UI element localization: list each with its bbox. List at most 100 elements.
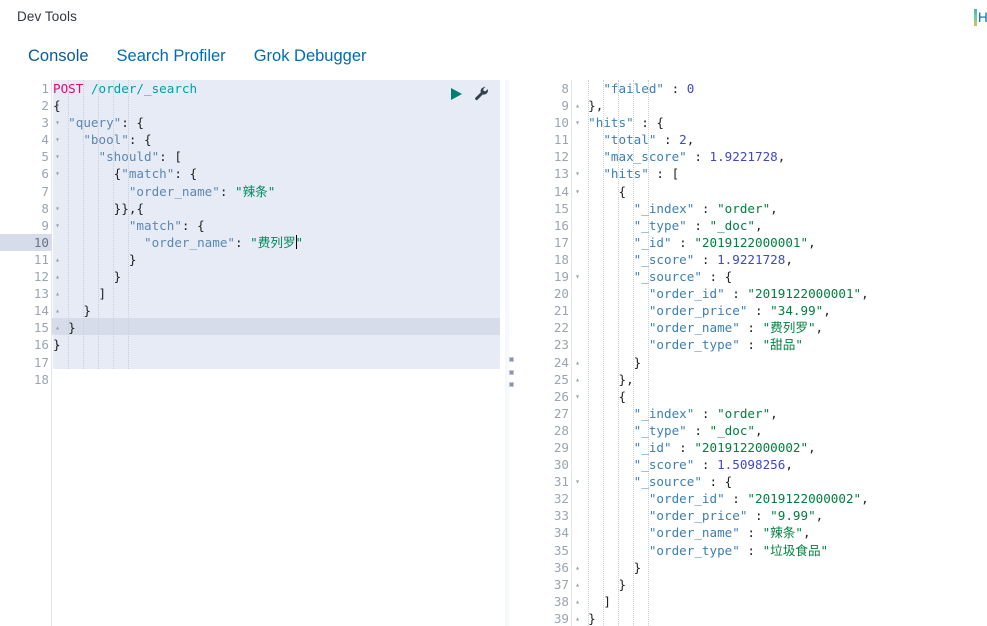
play-icon[interactable]: [449, 87, 463, 101]
code-token: :: [686, 217, 710, 233]
code-token: "_source": [633, 269, 702, 285]
request-editor-pane[interactable]: 1 2 ▾ 3 ▾ 4 ▾ 5 ▾ 6 ▾ 7 8 ▾ 9 ▾ 10 11 ▴ 12 ▴ 13 ▴ 14 ▴ 15 ▴ 16 ▴ 17 18…: [0, 80, 505, 626]
code-token: "hits": [588, 115, 634, 131]
code-token: 1.9221728: [709, 149, 778, 165]
code-line: "order_price" : "9.99",: [573, 507, 987, 524]
line-number: 17: [553, 234, 569, 250]
code-token: ,: [815, 320, 824, 336]
code-line: "order_id" : "2019122000002",: [573, 490, 987, 507]
code-token: ,: [755, 422, 763, 438]
code-token: :: [739, 337, 763, 353]
line-number: 22: [553, 320, 569, 336]
code-token: :: [739, 320, 763, 336]
line-number: 11 ▴: [0, 251, 60, 268]
code-token: : {: [128, 132, 152, 148]
code-token: "match": [128, 217, 182, 233]
code-token: "total": [603, 132, 657, 148]
code-token: "_id": [633, 234, 672, 250]
help-link[interactable]: Help: [978, 10, 987, 25]
code-token: ,: [770, 405, 778, 421]
code-token: ,: [861, 491, 869, 507]
code-token: :: [235, 234, 251, 250]
request-gutter[interactable]: 1 2 ▾ 3 ▾ 4 ▾ 5 ▾ 6 ▾ 7 8 ▾ 9 ▾ 10 11 ▴ 12 ▴ 13 ▴ 14 ▴ 15 ▴ 16 ▴ 17 18: [0, 80, 60, 626]
line-number: 17: [33, 354, 49, 370]
splitter-strip: [505, 80, 509, 626]
code-token: "order_price": [648, 303, 748, 319]
code-token: "_score": [633, 457, 695, 473]
code-line: }: [573, 559, 987, 576]
code-token: "辣条": [762, 525, 803, 541]
code-token: "query": [68, 115, 122, 131]
code-token: :: [739, 542, 763, 558]
code-token: :: [664, 81, 687, 96]
editor-actions: [449, 86, 489, 101]
line-number: 5 ▾: [0, 148, 60, 165]
wrench-icon[interactable]: [474, 86, 489, 101]
code-token: ": [295, 234, 304, 250]
code-token: :: [739, 525, 763, 541]
code-line: "query": {: [53, 114, 505, 131]
code-token: {: [53, 98, 61, 114]
app-header: Dev Tools Help: [0, 0, 987, 33]
code-token: "_doc": [709, 422, 756, 438]
code-token: "9.99": [770, 508, 816, 524]
code-token: }},{: [53, 200, 144, 216]
code-line: "order_id" : "2019122000001",: [573, 285, 987, 302]
code-line: }: [53, 336, 505, 353]
line-number: 30: [553, 457, 569, 473]
code-token: :: [671, 234, 695, 250]
line-number: 10 ▾: [525, 114, 580, 131]
line-number: 12 ▴: [0, 268, 60, 285]
code-token: :: [656, 132, 680, 148]
code-token: :: [694, 251, 718, 267]
code-token: "order_name": [648, 525, 740, 541]
response-pane[interactable]: 8 9 ▴ 10 ▾ 11 12 13 ▾ 14 ▾ 15 16 17 18 19 ▾ 20 21 22 23 24 ▴ 25…: [525, 80, 987, 626]
code-token: : {: [121, 115, 144, 131]
line-number: 32: [553, 491, 569, 507]
code-token: "甜品": [762, 337, 803, 353]
splitter-handle[interactable]: [509, 357, 515, 387]
code-token: 1.5098256: [717, 457, 786, 473]
code-line: }: [53, 302, 505, 319]
code-line: }: [53, 251, 505, 268]
code-token: "order_name": [144, 234, 235, 250]
code-token: : {: [701, 269, 733, 285]
panel-splitter[interactable]: [505, 80, 525, 626]
line-number: 26 ▾: [525, 388, 580, 405]
header-right-area: Help: [974, 8, 987, 26]
line-number: 16 ▴: [0, 336, 60, 353]
code-token: "should": [98, 149, 160, 165]
code-token: "order_name": [128, 183, 220, 199]
code-token: ]: [53, 286, 107, 302]
tab-search-profiler[interactable]: Search Profiler: [103, 47, 240, 75]
code-line: "_score" : 1.5098256,: [573, 456, 987, 473]
code-token: ,: [777, 149, 786, 165]
tab-grok-debugger[interactable]: Grok Debugger: [240, 47, 381, 75]
code-line: "order_type" : "垃圾食品": [573, 542, 987, 559]
line-number: 8: [561, 81, 569, 96]
splitter-dot-icon: [509, 357, 514, 362]
code-token: "_score": [633, 251, 695, 267]
code-token: }: [53, 303, 91, 319]
code-token: ,: [861, 286, 869, 302]
code-line: "order_name": "费列罗": [53, 234, 505, 251]
code-token: ,: [755, 217, 763, 233]
code-line: "bool": {: [53, 131, 505, 148]
request-code[interactable]: POST /order/_search{ "query": { "bool": …: [53, 80, 505, 626]
line-number: 35: [553, 542, 569, 558]
line-number: 14 ▾: [525, 183, 580, 200]
code-token: ,: [785, 457, 793, 473]
tab-console[interactable]: Console: [14, 47, 103, 75]
code-line: ]: [53, 285, 505, 302]
